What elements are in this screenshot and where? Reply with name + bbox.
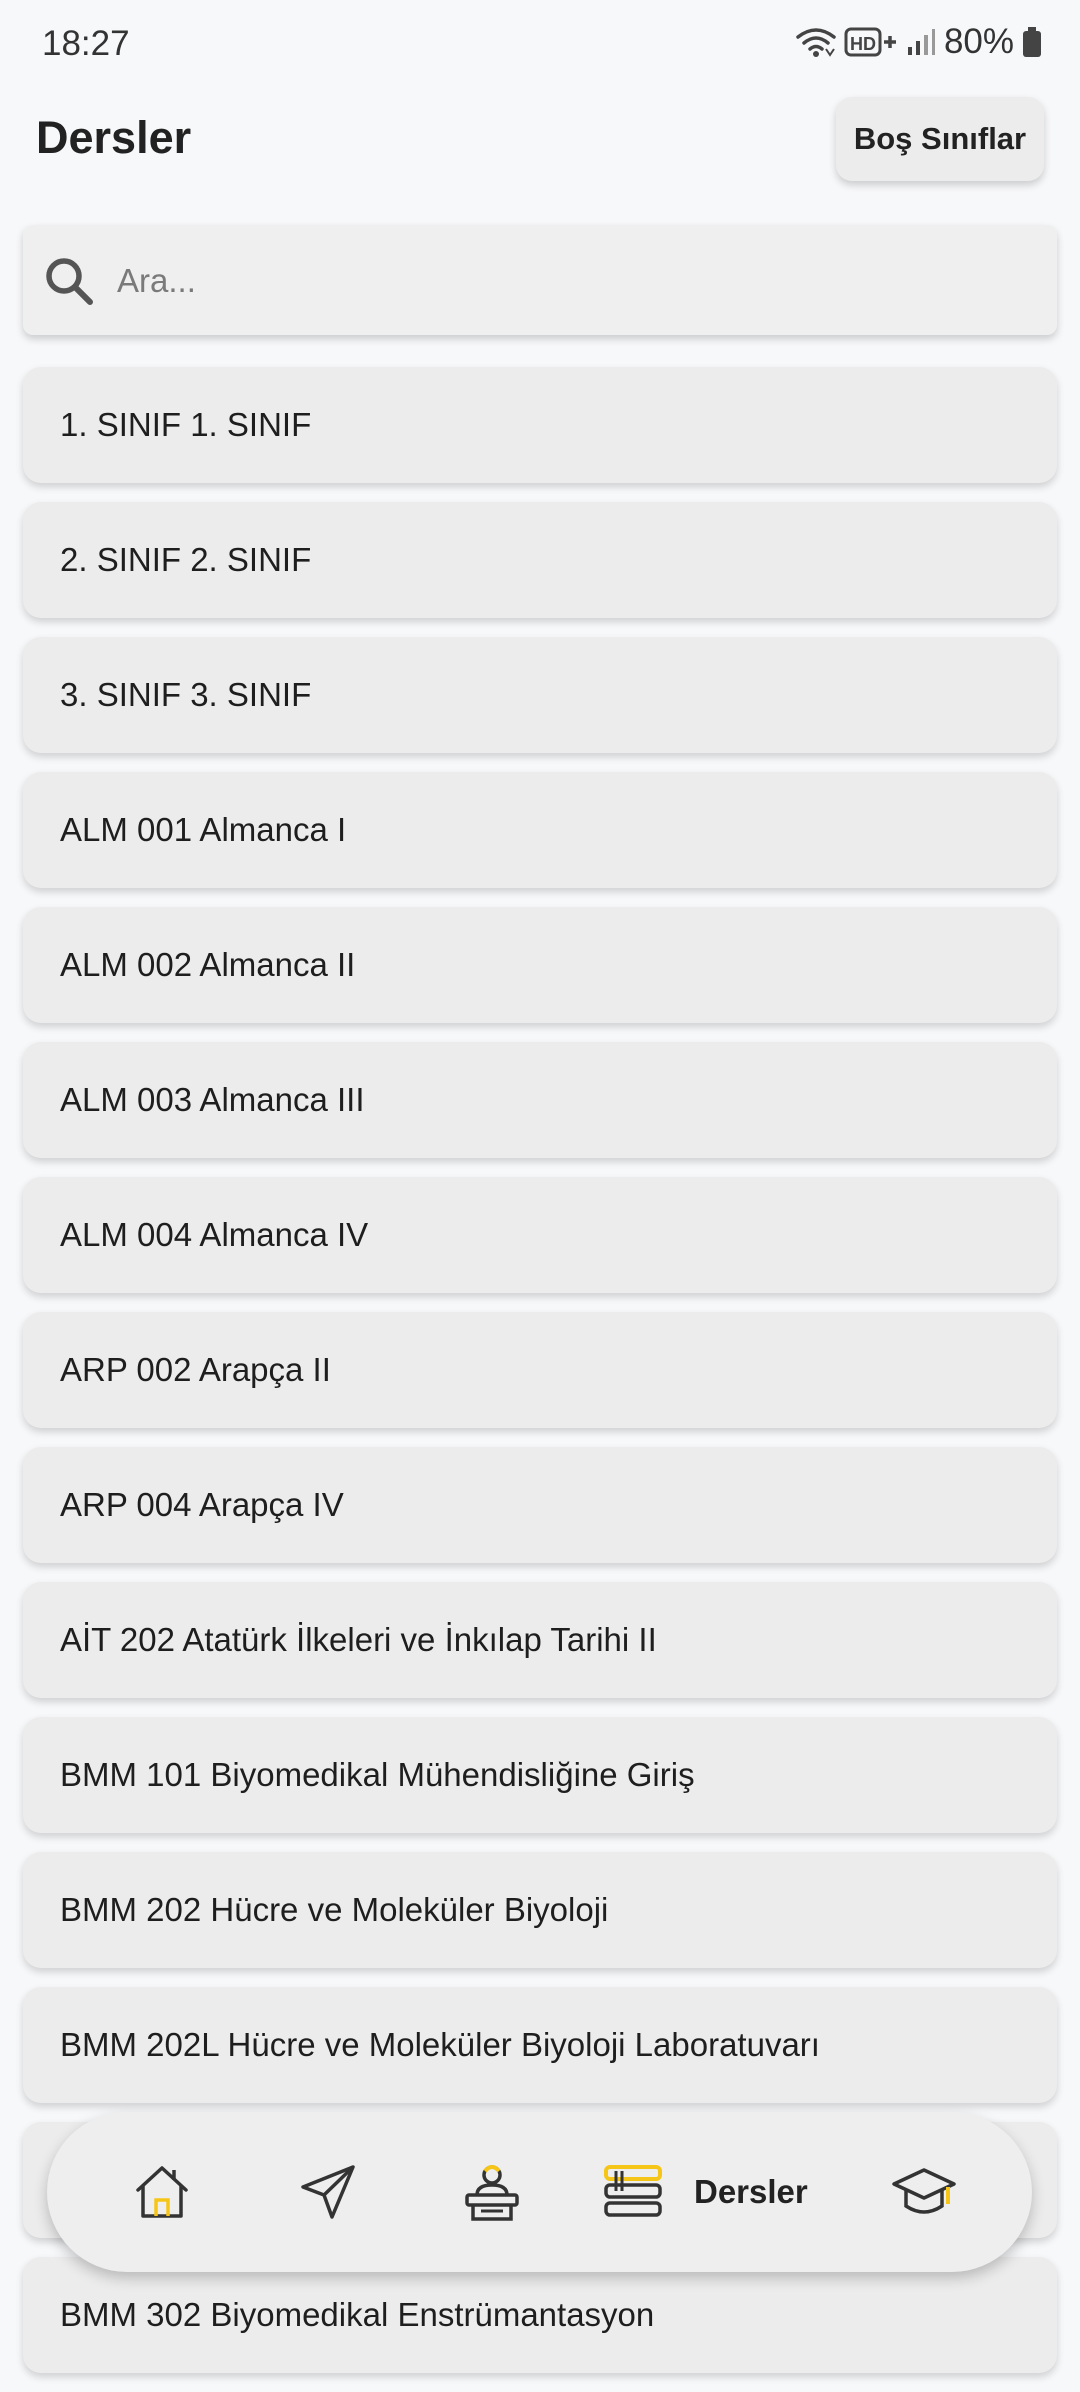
course-item[interactable]: ARP 002 Arapça II <box>23 1312 1057 1428</box>
nav-courses[interactable]: Dersler <box>602 2112 842 2272</box>
page-title: Dersler <box>36 112 192 163</box>
course-item[interactable]: AİT 202 Atatürk İlkeleri ve İnkılap Tari… <box>23 1582 1057 1698</box>
status-time: 18:27 <box>42 24 130 63</box>
course-item[interactable]: BMM 101 Biyomedikal Mühendisliğine Giriş <box>23 1717 1057 1833</box>
course-item[interactable]: ALM 003 Almanca III <box>23 1042 1057 1158</box>
bottom-nav: Dersler <box>47 2112 1032 2272</box>
status-bar: 18:27 HD 80% <box>0 0 1080 92</box>
books-icon <box>604 2165 662 2217</box>
nav-teacher[interactable] <box>437 2112 547 2272</box>
course-item[interactable]: BMM 202 Hücre ve Moleküler Biyoloji <box>23 1852 1057 1968</box>
nav-courses-label: Dersler <box>694 2173 808 2210</box>
signal-icon <box>907 29 935 55</box>
search-input[interactable] <box>115 225 1039 337</box>
course-item[interactable]: BMM 302 Biyomedikal Enstrümantasyon <box>23 2257 1057 2373</box>
course-item[interactable]: ARP 004 Arapça IV <box>23 1447 1057 1563</box>
nav-send[interactable] <box>273 2112 383 2272</box>
course-item[interactable]: ALM 002 Almanca II <box>23 907 1057 1023</box>
course-item[interactable]: 3. SINIF 3. SINIF <box>23 637 1057 753</box>
wifi-icon <box>796 28 836 57</box>
status-icons: HD 80% <box>796 22 1042 62</box>
graduation-cap-icon <box>892 2168 956 2214</box>
search-icon <box>46 258 93 305</box>
course-item[interactable]: BMM 202L Hücre ve Moleküler Biyoloji Lab… <box>23 1987 1057 2103</box>
svg-text:HD: HD <box>850 34 876 54</box>
empty-rooms-button[interactable]: Boş Sınıflar <box>836 97 1044 181</box>
send-icon <box>301 2165 355 2219</box>
course-item[interactable]: 1. SINIF 1. SINIF <box>23 367 1057 483</box>
teacher-icon <box>465 2165 519 2221</box>
nav-graduation[interactable] <box>869 2112 979 2272</box>
home-icon <box>136 2166 188 2218</box>
search-box[interactable] <box>23 225 1057 337</box>
course-list: 1. SINIF 1. SINIF 2. SINIF 2. SINIF 3. S… <box>23 367 1057 2392</box>
course-item[interactable]: ALM 001 Almanca I <box>23 772 1057 888</box>
hd-plus-icon: HD <box>844 27 896 57</box>
course-item[interactable]: ALM 004 Almanca IV <box>23 1177 1057 1293</box>
battery-icon <box>1023 27 1041 57</box>
nav-home[interactable] <box>107 2112 217 2272</box>
course-item[interactable]: 2. SINIF 2. SINIF <box>23 502 1057 618</box>
battery-percent: 80% <box>943 22 1014 61</box>
